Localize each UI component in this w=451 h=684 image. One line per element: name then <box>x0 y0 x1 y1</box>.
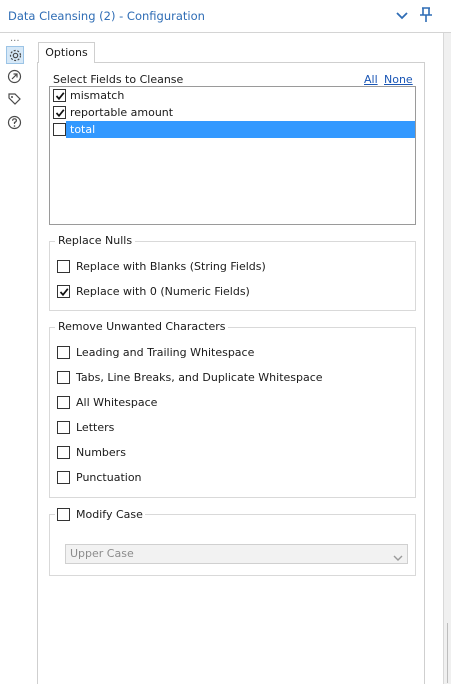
option-label: Numbers <box>76 446 126 459</box>
option-label: Replace with 0 (Numeric Fields) <box>76 285 250 298</box>
field-checkbox[interactable] <box>53 123 66 136</box>
option-label: Modify Case <box>76 508 143 521</box>
pin-icon[interactable] <box>418 6 434 24</box>
chevron-down-icon[interactable] <box>395 10 409 22</box>
replace-nulls-group: Replace Nulls <box>49 234 416 311</box>
select-all-link[interactable]: All <box>364 73 378 86</box>
field-label: reportable amount <box>70 106 174 119</box>
checkbox[interactable] <box>57 508 70 521</box>
checkbox[interactable] <box>57 396 70 409</box>
overflow-dots[interactable]: ... <box>10 33 20 44</box>
option-label: Replace with Blanks (String Fields) <box>76 260 266 273</box>
case-select[interactable]: Upper Case <box>65 544 408 564</box>
checkbox[interactable] <box>57 285 70 298</box>
field-list[interactable]: mismatch reportable amount total <box>49 86 416 225</box>
tag-icon[interactable] <box>6 91 24 109</box>
field-label: total <box>70 123 96 136</box>
window-title: Data Cleansing (2) - Configuration <box>8 9 205 23</box>
fields-section-label: Select Fields to Cleanse <box>53 73 184 86</box>
field-checkbox[interactable] <box>53 106 66 119</box>
list-item[interactable]: reportable amount <box>50 104 415 121</box>
case-select-value: Upper Case <box>70 547 134 560</box>
checkbox[interactable] <box>57 260 70 273</box>
tab-options[interactable]: Options <box>38 42 95 63</box>
navigate-icon[interactable] <box>6 68 24 86</box>
side-scroll-strip <box>443 33 451 684</box>
option-label: Letters <box>76 421 115 434</box>
group-title: Replace Nulls <box>55 234 136 247</box>
field-label: mismatch <box>70 89 125 102</box>
option-label: Punctuation <box>76 471 142 484</box>
title-bar: Data Cleansing (2) - Configuration <box>0 0 451 33</box>
list-item[interactable]: mismatch <box>50 87 415 104</box>
option-label: Tabs, Line Breaks, and Duplicate Whitesp… <box>76 371 323 384</box>
checkbox[interactable] <box>57 471 70 484</box>
field-checkbox[interactable] <box>53 89 66 102</box>
help-icon[interactable] <box>6 114 24 132</box>
group-title: Remove Unwanted Characters <box>55 320 229 333</box>
option-label: All Whitespace <box>76 396 158 409</box>
list-item[interactable]: total <box>50 121 415 138</box>
option-label: Leading and Trailing Whitespace <box>76 346 255 359</box>
configuration-window: Data Cleansing (2) - Configuration ... O… <box>0 0 451 684</box>
checkbox[interactable] <box>57 446 70 459</box>
checkbox[interactable] <box>57 346 70 359</box>
selection-highlight <box>66 121 415 138</box>
checkbox[interactable] <box>57 421 70 434</box>
chevron-down-icon <box>393 550 403 561</box>
icon-rail: ... <box>0 33 30 684</box>
checkbox[interactable] <box>57 371 70 384</box>
select-none-link[interactable]: None <box>384 73 413 86</box>
gear-icon[interactable] <box>6 46 24 64</box>
